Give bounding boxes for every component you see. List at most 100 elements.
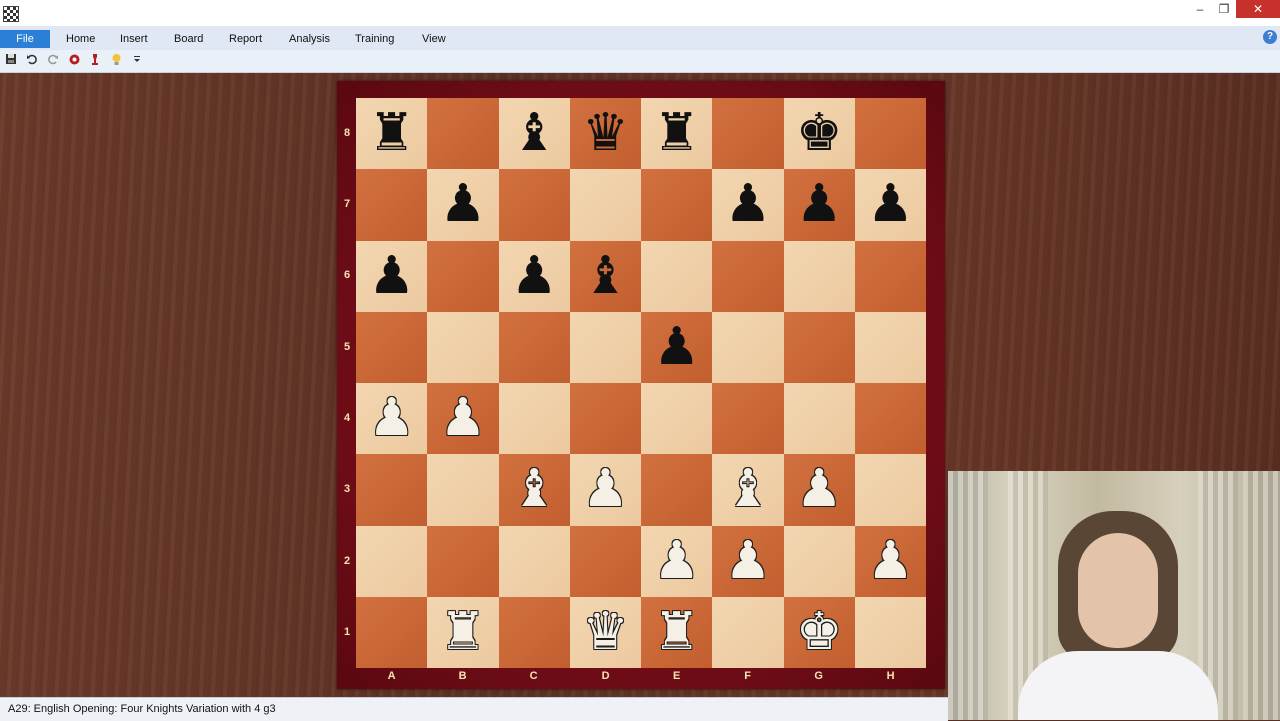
- webcam-overlay: [948, 471, 1280, 720]
- rank-label: 8: [343, 127, 351, 139]
- menu-home[interactable]: Home: [66, 30, 95, 48]
- file-label: H: [886, 670, 895, 682]
- board-square-d2[interactable]: [569, 525, 641, 597]
- black-pawn-icon[interactable]: ♟: [641, 312, 712, 383]
- board-square-f5[interactable]: [712, 311, 784, 383]
- opening-name: A29: English Opening: Four Knights Varia…: [8, 703, 276, 715]
- black-bishop-icon[interactable]: ♝: [499, 98, 570, 169]
- menu-insert[interactable]: Insert: [120, 30, 148, 48]
- file-label: F: [744, 670, 751, 682]
- board-square-e7[interactable]: [641, 169, 713, 241]
- undo-icon[interactable]: [25, 53, 39, 67]
- menu-view[interactable]: View: [422, 30, 446, 48]
- board-square-b5[interactable]: [427, 311, 499, 383]
- board-square-b8[interactable]: [427, 98, 499, 170]
- board-square-e3[interactable]: [641, 454, 713, 526]
- presenter-face: [1078, 533, 1158, 648]
- piece-icon[interactable]: [88, 53, 102, 67]
- board-square-d4[interactable]: [569, 383, 641, 455]
- maximize-button[interactable]: ❐: [1210, 0, 1238, 18]
- file-label: C: [529, 670, 538, 682]
- black-rook-icon[interactable]: ♜: [356, 98, 427, 169]
- board-square-c4[interactable]: [498, 383, 570, 455]
- white-bishop-icon[interactable]: ♝: [499, 454, 570, 525]
- board-square-e4[interactable]: [641, 383, 713, 455]
- board-square-f8[interactable]: [712, 98, 784, 170]
- close-button[interactable]: ✕: [1236, 0, 1280, 18]
- rank-label: 6: [343, 269, 351, 281]
- board-square-h3[interactable]: [854, 454, 926, 526]
- white-rook-icon[interactable]: ♜: [641, 597, 712, 668]
- menu-training[interactable]: Training: [355, 30, 394, 48]
- black-pawn-icon[interactable]: ♟: [712, 169, 783, 240]
- curtain: [948, 471, 988, 720]
- bulb-icon[interactable]: [109, 53, 123, 67]
- menu-file[interactable]: File: [0, 30, 50, 48]
- white-queen-icon[interactable]: ♛: [570, 597, 641, 668]
- black-pawn-icon[interactable]: ♟: [499, 241, 570, 312]
- status-bar: A29: English Opening: Four Knights Varia…: [0, 697, 948, 721]
- black-queen-icon[interactable]: ♛: [570, 98, 641, 169]
- chessboard-app-icon[interactable]: [3, 6, 19, 22]
- engine-icon[interactable]: [67, 53, 81, 67]
- black-king-icon[interactable]: ♚: [784, 98, 855, 169]
- board-square-d7[interactable]: [569, 169, 641, 241]
- board-square-c2[interactable]: [498, 525, 570, 597]
- board-square-a1[interactable]: [356, 596, 428, 668]
- board-square-g5[interactable]: [783, 311, 855, 383]
- save-icon[interactable]: [4, 53, 18, 67]
- board-square-a5[interactable]: [356, 311, 428, 383]
- black-pawn-icon[interactable]: ♟: [427, 169, 498, 240]
- white-pawn-icon[interactable]: ♟: [855, 526, 926, 597]
- quick-access-toolbar: [0, 50, 1280, 73]
- board-square-g6[interactable]: [783, 240, 855, 312]
- black-pawn-icon[interactable]: ♟: [784, 169, 855, 240]
- board-square-c5[interactable]: [498, 311, 570, 383]
- board-square-b3[interactable]: [427, 454, 499, 526]
- menu-analysis[interactable]: Analysis: [289, 30, 330, 48]
- white-pawn-icon[interactable]: ♟: [356, 383, 427, 454]
- black-pawn-icon[interactable]: ♟: [855, 169, 926, 240]
- board-square-h8[interactable]: [854, 98, 926, 170]
- board-square-g2[interactable]: [783, 525, 855, 597]
- white-bishop-icon[interactable]: ♝: [712, 454, 783, 525]
- black-rook-icon[interactable]: ♜: [641, 98, 712, 169]
- white-pawn-icon[interactable]: ♟: [641, 526, 712, 597]
- white-pawn-icon[interactable]: ♟: [712, 526, 783, 597]
- board-square-b6[interactable]: [427, 240, 499, 312]
- white-rook-icon[interactable]: ♜: [427, 597, 498, 668]
- black-bishop-icon[interactable]: ♝: [570, 241, 641, 312]
- redo-icon[interactable]: [46, 53, 60, 67]
- black-pawn-icon[interactable]: ♟: [356, 241, 427, 312]
- rank-label: 7: [343, 198, 351, 210]
- file-label: A: [387, 670, 396, 682]
- title-bar: – ❐ ✕: [0, 0, 1280, 26]
- menu-board[interactable]: Board: [174, 30, 203, 48]
- board-square-g4[interactable]: [783, 383, 855, 455]
- chessboard[interactable]: ♜ ♝ ♛ ♜ ♚ ♟ ♟ ♟ ♟ ♟ ♟ ♝ ♟ ♟ ♟ ♝ ♟ ♝ ♟ ♟ ♟ ♟ ♜ ♛ ♜ ♚: [356, 98, 926, 668]
- board-square-c1[interactable]: [498, 596, 570, 668]
- board-square-f1[interactable]: [712, 596, 784, 668]
- white-pawn-icon[interactable]: ♟: [427, 383, 498, 454]
- board-square-c7[interactable]: [498, 169, 570, 241]
- board-square-f4[interactable]: [712, 383, 784, 455]
- board-square-a2[interactable]: [356, 525, 428, 597]
- board-square-b2[interactable]: [427, 525, 499, 597]
- dropdown-icon[interactable]: [130, 53, 144, 67]
- white-pawn-icon[interactable]: ♟: [784, 454, 855, 525]
- help-icon[interactable]: ?: [1263, 30, 1277, 44]
- board-square-h4[interactable]: [854, 383, 926, 455]
- board-square-a7[interactable]: [356, 169, 428, 241]
- board-square-d5[interactable]: [569, 311, 641, 383]
- board-square-a3[interactable]: [356, 454, 428, 526]
- menu-report[interactable]: Report: [229, 30, 262, 48]
- board-square-h1[interactable]: [854, 596, 926, 668]
- white-pawn-icon[interactable]: ♟: [570, 454, 641, 525]
- rank-label: 3: [343, 483, 351, 495]
- white-king-icon[interactable]: ♚: [784, 597, 855, 668]
- file-label: E: [672, 670, 681, 682]
- board-square-f6[interactable]: [712, 240, 784, 312]
- board-square-h5[interactable]: [854, 311, 926, 383]
- board-square-e6[interactable]: [641, 240, 713, 312]
- board-square-h6[interactable]: [854, 240, 926, 312]
